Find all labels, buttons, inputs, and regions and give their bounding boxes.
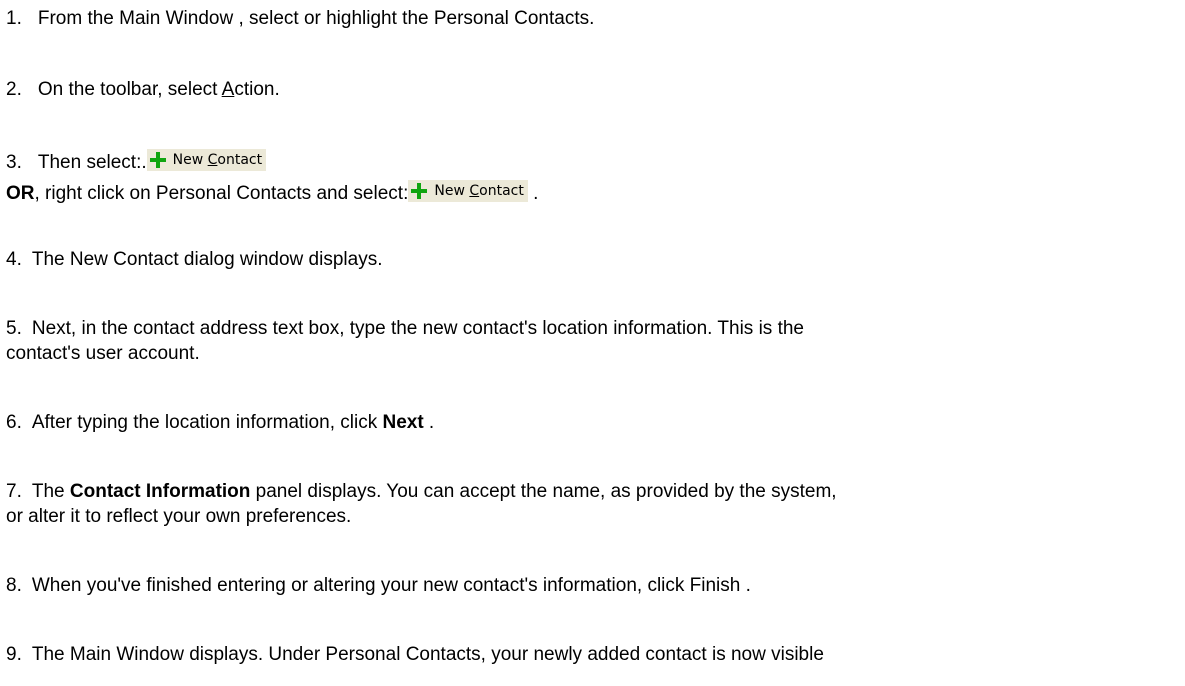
step-7-continued: or alter it to reflect your own preferen… (6, 506, 351, 528)
step-2: 2. On the toolbar, select Action. (6, 79, 280, 101)
step-text: When you've finished entering or alterin… (31, 575, 751, 596)
contact-information-bold: Contact Information (69, 481, 251, 502)
step-number: 3. (6, 152, 22, 173)
step-number: 2. (6, 79, 22, 100)
plus-icon (410, 182, 428, 200)
step-3: 3. Then select:. New Contact (6, 149, 267, 174)
step-text: The Main Window displays. Under Personal… (31, 644, 824, 665)
step-text-pre: The (31, 481, 70, 502)
step-number: 9. (6, 644, 22, 665)
action-mnemonic: A (221, 79, 235, 100)
step-number: 5. (6, 318, 22, 339)
step-text-pre: After typing the location information, c… (31, 412, 383, 433)
step-text: The New Contact dialog window displays. (31, 249, 383, 270)
step-text-post: panel displays. You can accept the name,… (250, 481, 837, 502)
step-5: 5. Next, in the contact address text box,… (6, 318, 804, 340)
step-number: 7. (6, 481, 22, 502)
or-text: , right click on Personal Contacts and s… (34, 183, 409, 204)
new-contact-label: New Contact (172, 152, 263, 168)
step-text-pre: On the toolbar, select (37, 79, 222, 100)
step-text: or alter it to reflect your own preferen… (6, 506, 352, 527)
step-text-post: . (423, 412, 435, 433)
plus-icon (149, 151, 167, 169)
next-bold: Next (382, 412, 424, 433)
step-text: contact's user account. (6, 343, 200, 364)
step-7: 7. The Contact Information panel displays… (6, 481, 837, 503)
step-1: 1. From the Main Window , select or highl… (6, 8, 594, 30)
step-number: 8. (6, 575, 22, 596)
step-4: 4. The New Contact dialog window displays… (6, 249, 382, 271)
or-text-after: . (527, 183, 539, 204)
new-contact-button-image: New Contact (146, 149, 267, 171)
step-8: 8. When you've finished entering or alter… (6, 575, 751, 597)
or-bold: OR (6, 183, 35, 204)
step-5-continued: contact's user account. (6, 343, 200, 365)
step-number: 1. (6, 8, 22, 29)
new-contact-button-image: New Contact (408, 180, 528, 202)
step-number: 6. (6, 412, 22, 433)
step-9: 9. The Main Window displays. Under Person… (6, 644, 824, 666)
step-text-post: ction. (234, 79, 280, 100)
step-6: 6. After typing the location information,… (6, 412, 434, 434)
step-text: From the Main Window , select or highlig… (37, 8, 595, 29)
step-number: 4. (6, 249, 22, 270)
step-text: Next, in the contact address text box, t… (31, 318, 804, 339)
new-contact-label: New Contact (434, 183, 524, 199)
or-line: OR, right click on Personal Contacts and… (6, 180, 538, 205)
step-text: Then select:. (37, 152, 147, 173)
